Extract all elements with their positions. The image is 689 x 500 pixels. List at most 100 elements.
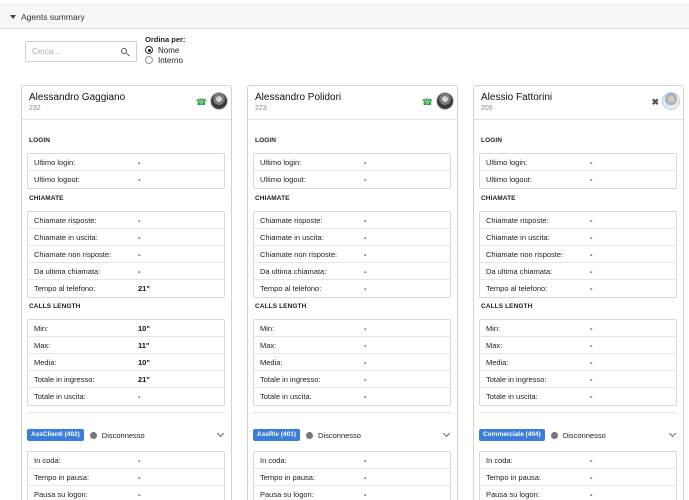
stat-value: - bbox=[590, 455, 593, 465]
stat-row: In coda: - bbox=[254, 452, 450, 469]
stat-label: Totale in uscita: bbox=[260, 392, 312, 401]
stat-value: - bbox=[364, 472, 367, 482]
stat-row: Da ultima chiamata: - bbox=[480, 263, 676, 280]
stat-row: Pausa su logon: - bbox=[28, 486, 224, 500]
sort-option-label: Interno bbox=[158, 55, 183, 65]
queue-badge[interactable]: Commerciale (404) bbox=[479, 429, 545, 441]
stat-row: Max: - bbox=[480, 337, 676, 354]
stat-label: Chiamate risposte: bbox=[34, 215, 97, 225]
stat-value: 21" bbox=[138, 374, 150, 384]
stat-label: Tempo in pausa: bbox=[260, 472, 316, 482]
calls-length-box: Min: 10" Max: 11" Media: 10" Totale in ingress… bbox=[27, 319, 225, 406]
queue-row[interactable]: Commerciale (404) Disconnesso bbox=[479, 428, 677, 442]
stat-row: Min: - bbox=[254, 320, 450, 337]
stat-value: - bbox=[364, 215, 367, 225]
stat-row: Pausa su logon: - bbox=[480, 486, 676, 500]
stat-label: Ultimo login: bbox=[486, 157, 528, 167]
stat-row: Tempo al telefono: 21" bbox=[28, 280, 224, 297]
stat-label: In coda: bbox=[486, 455, 513, 465]
stat-value: - bbox=[364, 374, 367, 384]
stat-row: Ultimo logout: - bbox=[480, 171, 676, 188]
stat-value: - bbox=[590, 323, 593, 333]
divider bbox=[479, 412, 677, 413]
avatar bbox=[210, 92, 228, 110]
stat-label: Totale in ingresso: bbox=[486, 374, 547, 384]
divider bbox=[253, 412, 451, 413]
stat-value: - bbox=[138, 455, 141, 465]
stat-label: Chiamate non risposte: bbox=[34, 249, 112, 259]
stat-label: Max: bbox=[486, 340, 503, 350]
queue-badge[interactable]: AssClienti (402) bbox=[27, 429, 84, 441]
status-dot-icon bbox=[550, 431, 558, 439]
stat-row: In coda: - bbox=[480, 452, 676, 469]
close-icon[interactable]: ✖ bbox=[651, 97, 659, 108]
stat-value: - bbox=[590, 357, 593, 367]
stat-row: Ultimo login: - bbox=[28, 154, 224, 171]
stat-value: - bbox=[364, 175, 367, 184]
chevron-down-icon[interactable] bbox=[442, 429, 451, 437]
stat-row: Chiamate non risposte: - bbox=[254, 246, 450, 263]
stat-row: In coda: - bbox=[28, 452, 224, 469]
stat-label: Da ultima chiamata: bbox=[260, 266, 327, 276]
avatar bbox=[436, 92, 454, 110]
agent-extension: 232 bbox=[29, 105, 41, 112]
stat-label: Chiamate in uscita: bbox=[486, 232, 550, 242]
stat-label: Min: bbox=[34, 323, 49, 333]
agents-summary-header[interactable]: Agents summary bbox=[0, 4, 689, 29]
calls-length-box: Min: - Max: - Media: - Totale in ingresso: - Tot… bbox=[253, 319, 451, 406]
stat-value: - bbox=[138, 472, 141, 482]
stat-label: Ultimo logout: bbox=[34, 175, 80, 184]
stat-value: - bbox=[590, 157, 593, 167]
stat-row: Chiamate in uscita: - bbox=[254, 229, 450, 246]
stat-value: - bbox=[364, 157, 367, 167]
stat-label: Tempo in pausa: bbox=[486, 472, 542, 482]
stat-row: Tempo al telefono: - bbox=[254, 280, 450, 297]
queue-row[interactable]: AssRiv (401) Disconnesso bbox=[253, 428, 451, 442]
queue-status: Disconnesso bbox=[562, 430, 606, 440]
stat-row: Chiamate non risposte: - bbox=[480, 246, 676, 263]
search-icon[interactable] bbox=[120, 47, 130, 57]
queue-badge[interactable]: AssRiv (401) bbox=[253, 429, 301, 441]
radio-nome[interactable] bbox=[145, 46, 153, 54]
stat-label: In coda: bbox=[260, 455, 287, 465]
radio-interno[interactable] bbox=[145, 56, 153, 64]
stat-row: Tempo in pausa: - bbox=[480, 469, 676, 486]
search-input[interactable] bbox=[32, 47, 120, 56]
stat-label: Chiamate in uscita: bbox=[34, 232, 98, 242]
stat-row: Totale in ingresso: - bbox=[254, 371, 450, 388]
panel-title: Agents summary bbox=[21, 11, 85, 22]
sort-option-interno[interactable]: Interno bbox=[145, 55, 185, 65]
chevron-down-icon[interactable] bbox=[216, 429, 225, 437]
stat-label: Chiamate risposte: bbox=[486, 215, 549, 225]
chevron-down-icon[interactable] bbox=[668, 429, 677, 437]
section-login: LOGIN bbox=[255, 137, 277, 144]
stat-row: Ultimo login: - bbox=[480, 154, 676, 171]
stat-row: Tempo al telefono: - bbox=[480, 280, 676, 297]
stat-value: - bbox=[364, 323, 367, 333]
stat-row: Totale in uscita: - bbox=[254, 388, 450, 405]
stat-label: Tempo al telefono: bbox=[34, 284, 96, 293]
phone-icon[interactable]: ☎ bbox=[196, 97, 207, 108]
stat-row: Chiamate in uscita: - bbox=[28, 229, 224, 246]
stat-row: Totale in ingresso: - bbox=[480, 371, 676, 388]
stat-value: - bbox=[590, 249, 593, 259]
stat-label: Tempo in pausa: bbox=[34, 472, 90, 482]
stat-value: - bbox=[364, 266, 367, 276]
queue-row[interactable]: AssClienti (402) Disconnesso bbox=[27, 428, 225, 442]
stat-row: Ultimo logout: - bbox=[254, 171, 450, 188]
search-box[interactable] bbox=[25, 41, 137, 62]
stat-row: Tempo in pausa: - bbox=[254, 469, 450, 486]
login-box: Ultimo login: - Ultimo logout: - bbox=[479, 153, 677, 189]
stat-value: - bbox=[590, 472, 593, 482]
stat-label: Chiamate non risposte: bbox=[486, 249, 564, 259]
agent-card: Alessandro Polidori 223 ☎ LOGIN Ultimo login… bbox=[247, 85, 458, 500]
stat-label: Totale in uscita: bbox=[486, 392, 538, 401]
stat-label: Da ultima chiamata: bbox=[486, 266, 553, 276]
stat-label: Chiamate in uscita: bbox=[260, 232, 324, 242]
caret-down-icon[interactable] bbox=[10, 14, 16, 19]
phone-icon[interactable]: ☎ bbox=[422, 97, 433, 108]
stat-value: - bbox=[364, 232, 367, 242]
stat-row: Chiamate non risposte: - bbox=[28, 246, 224, 263]
stat-label: In coda: bbox=[34, 455, 61, 465]
sort-option-nome[interactable]: Nome bbox=[145, 45, 185, 55]
